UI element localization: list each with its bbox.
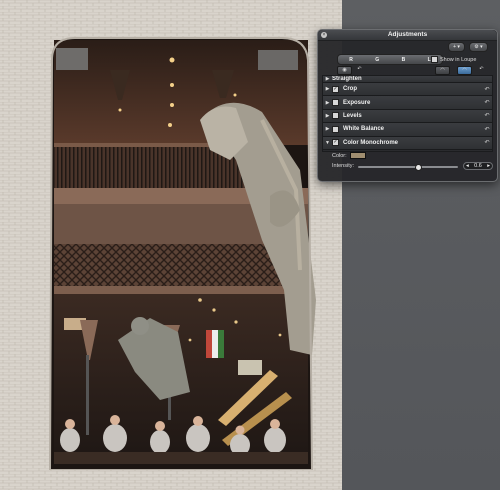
photo-image xyxy=(0,0,342,490)
add-adjustment-button[interactable]: + ▾ xyxy=(448,42,465,52)
channel-b-button[interactable]: B xyxy=(402,57,406,63)
color-monochrome-checkbox[interactable]: ✓ xyxy=(332,139,339,147)
adjustment-row-color-monochrome[interactable]: ▼ ✓ Color Monochrome ↶ xyxy=(323,136,492,150)
intensity-control: Intensity: ◂ 0.6 ▸ xyxy=(332,162,493,172)
hud-toolbar: + ▾ ⚙ ▾ xyxy=(318,41,497,53)
crop-checkbox[interactable]: ✓ xyxy=(332,85,339,93)
disclosure-icon[interactable]: ▶ xyxy=(323,86,332,92)
intensity-stepper[interactable]: ◂ 0.6 ▸ xyxy=(463,162,493,170)
adjustment-label: Exposure xyxy=(343,99,371,106)
show-in-loupe-label: Show in Loupe xyxy=(440,56,477,63)
adjustment-row-crop[interactable]: ▶ ✓ Crop ↶ xyxy=(323,83,492,97)
show-in-loupe-checkbox[interactable] xyxy=(431,56,438,63)
disclosure-icon[interactable]: ▶ xyxy=(323,76,332,82)
after-view-icon[interactable]: ◠ xyxy=(457,66,472,75)
reset-icon[interactable]: ↶ xyxy=(482,86,492,93)
adjustment-row-exposure[interactable]: ▶ Exposure ↶ xyxy=(323,96,492,110)
intensity-slider-thumb[interactable] xyxy=(415,164,422,171)
intensity-value[interactable]: 0.6 xyxy=(474,163,482,169)
adjustment-row-levels[interactable]: ▶ Levels ↶ xyxy=(323,109,492,124)
channel-g-button[interactable]: G xyxy=(375,57,379,63)
adjustments-list: ▶ Straighten ▶ ✓ Crop ↶ ▶ Exposure ↶ ▶ L… xyxy=(322,75,493,152)
color-label: Color: xyxy=(332,152,347,159)
channel-r-button[interactable]: R xyxy=(349,57,353,63)
reset-icon[interactable]: ↶ xyxy=(482,139,492,146)
reset-icon[interactable]: ↶ xyxy=(482,126,492,133)
disclosure-icon[interactable]: ▶ xyxy=(323,100,332,106)
color-control: Color: xyxy=(332,152,366,159)
adjustment-row-white-balance[interactable]: ▶ White Balance ↶ xyxy=(323,123,492,137)
hud-title: Adjustments xyxy=(387,31,428,38)
increment-icon[interactable]: ▸ xyxy=(487,163,490,169)
intensity-slider[interactable] xyxy=(358,164,458,171)
hud-titlebar[interactable]: × Adjustments xyxy=(318,30,497,41)
levels-checkbox[interactable] xyxy=(332,112,339,120)
photo-canvas xyxy=(0,0,342,490)
adjustment-label: Straighten xyxy=(332,76,362,82)
adjustment-label: Levels xyxy=(343,112,362,119)
revert-icon[interactable]: ↶ xyxy=(475,66,488,73)
reset-icon[interactable]: ↶ xyxy=(482,99,492,106)
disclosure-icon[interactable]: ▶ xyxy=(323,113,332,119)
show-in-loupe-option[interactable]: Show in Loupe xyxy=(431,56,476,63)
undo-icon[interactable]: ↶ xyxy=(353,66,366,73)
adjustments-hud: × Adjustments + ▾ ⚙ ▾ R G B L Show in Lo… xyxy=(317,29,498,182)
adjustment-label: White Balance xyxy=(343,126,385,133)
adjustment-label: Color Monochrome xyxy=(343,139,398,146)
disclosure-icon[interactable]: ▼ xyxy=(323,140,332,146)
reset-icon[interactable]: ↶ xyxy=(482,112,492,119)
before-view-icon[interactable]: ◠ xyxy=(435,66,450,75)
adjustment-row-partial[interactable]: ▶ Straighten xyxy=(323,76,492,83)
gear-menu-button[interactable]: ⚙ ▾ xyxy=(469,42,488,52)
target-icon[interactable]: ◉ xyxy=(337,66,352,75)
disclosure-icon[interactable]: ▶ xyxy=(323,126,332,132)
adjustment-label: Crop xyxy=(343,86,357,93)
exposure-checkbox[interactable] xyxy=(332,99,339,107)
white-balance-checkbox[interactable] xyxy=(332,125,339,133)
decrement-icon[interactable]: ◂ xyxy=(466,163,469,169)
intensity-label: Intensity: xyxy=(332,163,355,169)
color-swatch[interactable] xyxy=(349,152,366,159)
channel-buttons: R G B L xyxy=(337,54,443,65)
